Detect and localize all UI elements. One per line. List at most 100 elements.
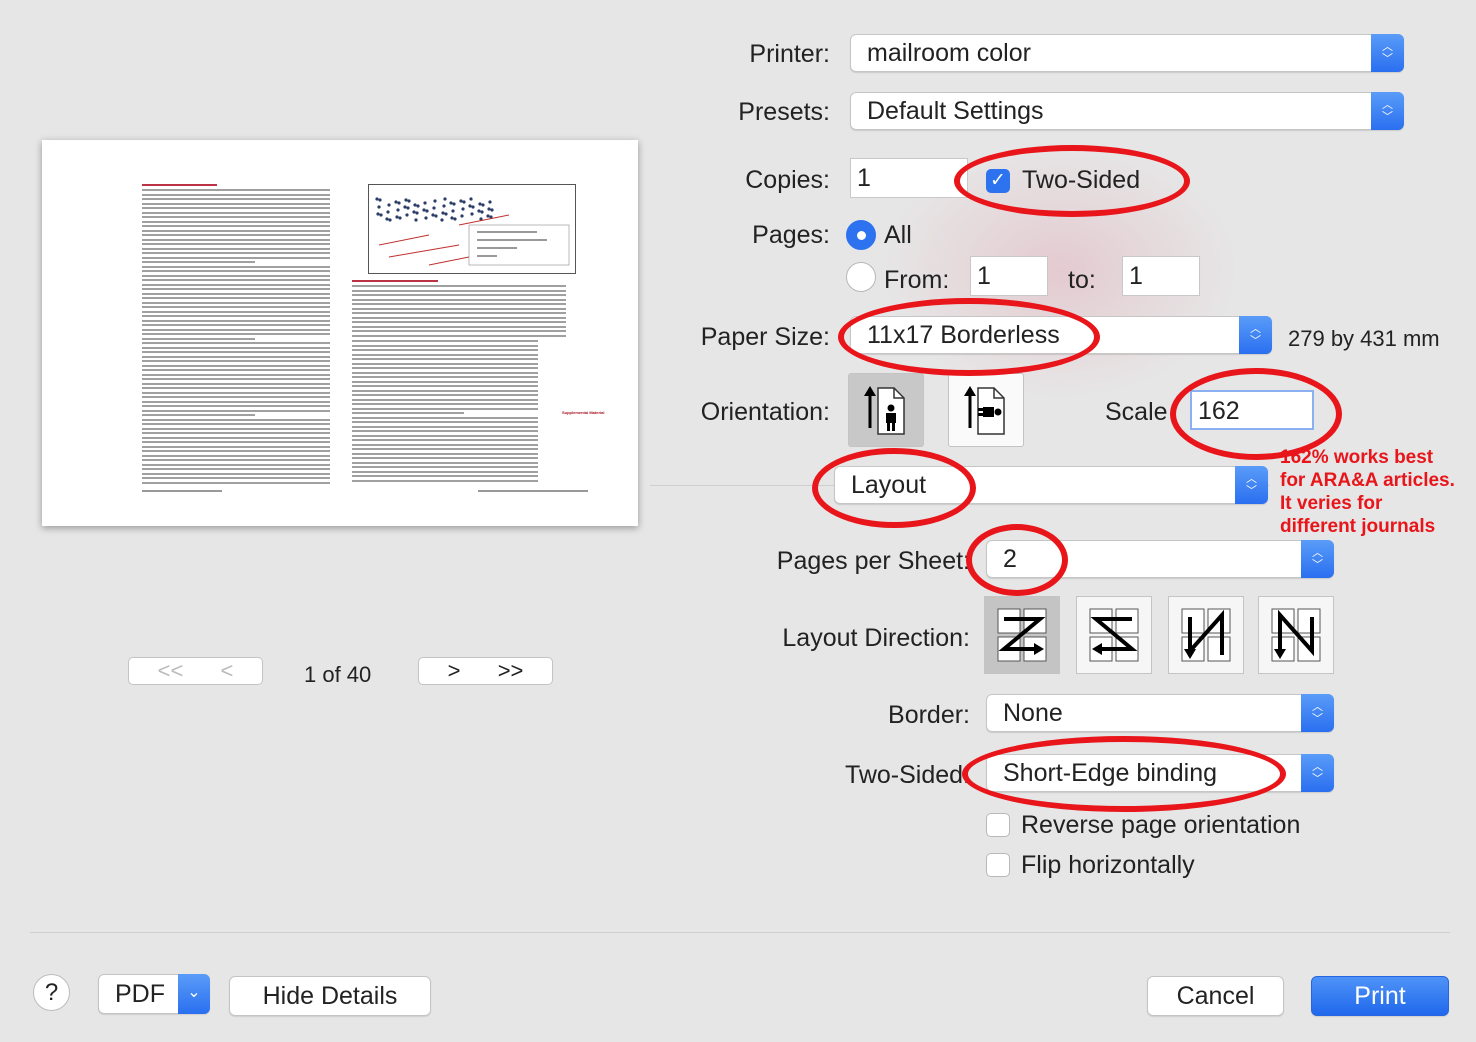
annotation-note: 162% works best for ARA&A articles. It v… [1280, 446, 1455, 538]
preview-text-line [352, 466, 538, 468]
presets-select[interactable]: Default Settings ︿ ﹀ [850, 92, 1404, 130]
preview-text-line [352, 294, 566, 296]
preview-text-line [352, 443, 538, 446]
pages-to-input[interactable]: 1 [1122, 256, 1200, 296]
preview-text-line [352, 407, 538, 410]
preview-text-line [352, 298, 566, 301]
preview-figure-dot [486, 214, 490, 218]
preview-footer-left [142, 490, 222, 492]
layout-direction-n-reverse-button[interactable] [1168, 596, 1244, 674]
preview-text-line [142, 229, 330, 232]
last-page-icon[interactable]: >> [498, 658, 524, 684]
preview-text-line [352, 316, 566, 319]
cancel-button[interactable]: Cancel [1147, 976, 1284, 1016]
preview-figure-dot [378, 198, 382, 202]
hide-details-button[interactable]: Hide Details [229, 976, 431, 1016]
pdf-menu-button[interactable]: PDF ⌄ [98, 974, 210, 1014]
settings-section-select[interactable]: Layout ︿ ﹀ [834, 466, 1268, 504]
preview-text-line [142, 306, 330, 308]
preview-figure-dot [488, 200, 492, 204]
preview-text-line [352, 330, 566, 332]
layout-direction-n-button[interactable] [1258, 596, 1334, 674]
print-button[interactable]: Print [1311, 976, 1449, 1016]
preview-text-line [352, 334, 566, 337]
pages-all-label: All [884, 221, 912, 249]
flip-horizontally-checkbox[interactable] [986, 853, 1010, 877]
preview-heading-line [142, 184, 218, 186]
preview-figure-dot [444, 212, 448, 216]
copies-label: Copies: [745, 166, 830, 194]
pages-to-label: to: [1068, 266, 1096, 294]
stepper-arrows-icon: ︿ ﹀ [1301, 694, 1334, 732]
preview-figure-dot [377, 205, 381, 209]
preview-figure-dot [469, 197, 473, 201]
preview-figure-dot [471, 205, 475, 209]
presets-value: Default Settings [867, 97, 1044, 125]
pages-range-radio[interactable] [846, 262, 876, 292]
paper-size-select[interactable]: 11x17 Borderless ︿ ﹀ [850, 316, 1272, 354]
scale-input[interactable]: 162 [1190, 390, 1314, 430]
page-preview: Supplemental Material [42, 140, 638, 526]
layout-direction-z-button[interactable] [984, 596, 1060, 674]
preview-figure-dot [451, 209, 455, 213]
preview-figure-dot [432, 206, 436, 210]
two-sided-checkbox-label: Two-Sided [1022, 166, 1141, 194]
presets-label: Presets: [738, 98, 830, 126]
preview-text-line [352, 421, 538, 423]
layout-direction-s-button[interactable] [1076, 596, 1152, 674]
pages-all-radio[interactable] [846, 220, 876, 250]
preview-text-line [142, 423, 330, 425]
pages-from-input[interactable]: 1 [970, 256, 1048, 296]
preview-text-line [142, 252, 330, 254]
preview-caption [352, 280, 566, 339]
portrait-orientation-button[interactable] [848, 373, 924, 447]
preview-text-line [142, 441, 330, 443]
preview-text-line [142, 265, 330, 268]
preview-figure-dot [414, 218, 418, 222]
preview-text-line [352, 344, 538, 347]
first-page-icon[interactable]: << [158, 658, 184, 684]
reverse-orientation-label: Reverse page orientation [1021, 811, 1301, 839]
preview-text-line [142, 369, 330, 371]
stepper-arrows-icon: ︿ ﹀ [1239, 316, 1272, 354]
border-select[interactable]: None ︿ ﹀ [986, 694, 1334, 732]
preview-left-page [42, 140, 340, 526]
preview-figure-dot [453, 217, 457, 221]
copies-input[interactable]: 1 [850, 158, 968, 198]
preview-figure [368, 184, 576, 274]
reverse-orientation-checkbox[interactable] [986, 813, 1010, 837]
preview-text-line [142, 468, 330, 470]
chevron-down-icon: ⌄ [178, 974, 210, 1014]
preview-figure-dot [387, 203, 391, 207]
preview-text-line [352, 340, 538, 342]
preview-text-line [142, 234, 330, 236]
preview-figure-dot [397, 201, 401, 205]
pages-per-sheet-select[interactable]: 2 ︿ ﹀ [986, 540, 1334, 578]
preview-text-line [142, 409, 330, 412]
preview-text-line [142, 477, 330, 479]
preview-figure-dot [442, 204, 446, 208]
preview-text-line [352, 434, 538, 437]
preview-text-line [142, 463, 330, 466]
preview-figure-dot [433, 199, 437, 203]
preview-text-line [142, 360, 330, 362]
next-page-icon[interactable]: > [448, 658, 461, 684]
preview-text-line [352, 312, 566, 314]
preview-figure-dot [440, 218, 444, 222]
preview-text-line [352, 475, 538, 477]
paper-size-value: 11x17 Borderless [867, 321, 1060, 349]
previous-page-icon[interactable]: < [221, 658, 234, 684]
preview-figure-dot [431, 213, 435, 217]
two-sided-checkbox[interactable]: ✓ [986, 169, 1010, 193]
preview-text-line [142, 261, 255, 263]
printer-select[interactable]: mailroom color ︿ ﹀ [850, 34, 1404, 72]
help-button[interactable]: ? [33, 974, 70, 1011]
page-counter: 1 of 40 [304, 662, 372, 687]
landscape-icon [964, 386, 1005, 435]
preview-text-line [142, 328, 330, 331]
printer-value: mailroom color [867, 39, 1031, 67]
pages-label: Pages: [752, 221, 830, 249]
two-sided-binding-select[interactable]: Short-Edge binding ︿ ﹀ [986, 754, 1334, 792]
preview-text-line [352, 457, 538, 459]
landscape-orientation-button[interactable] [948, 373, 1024, 447]
